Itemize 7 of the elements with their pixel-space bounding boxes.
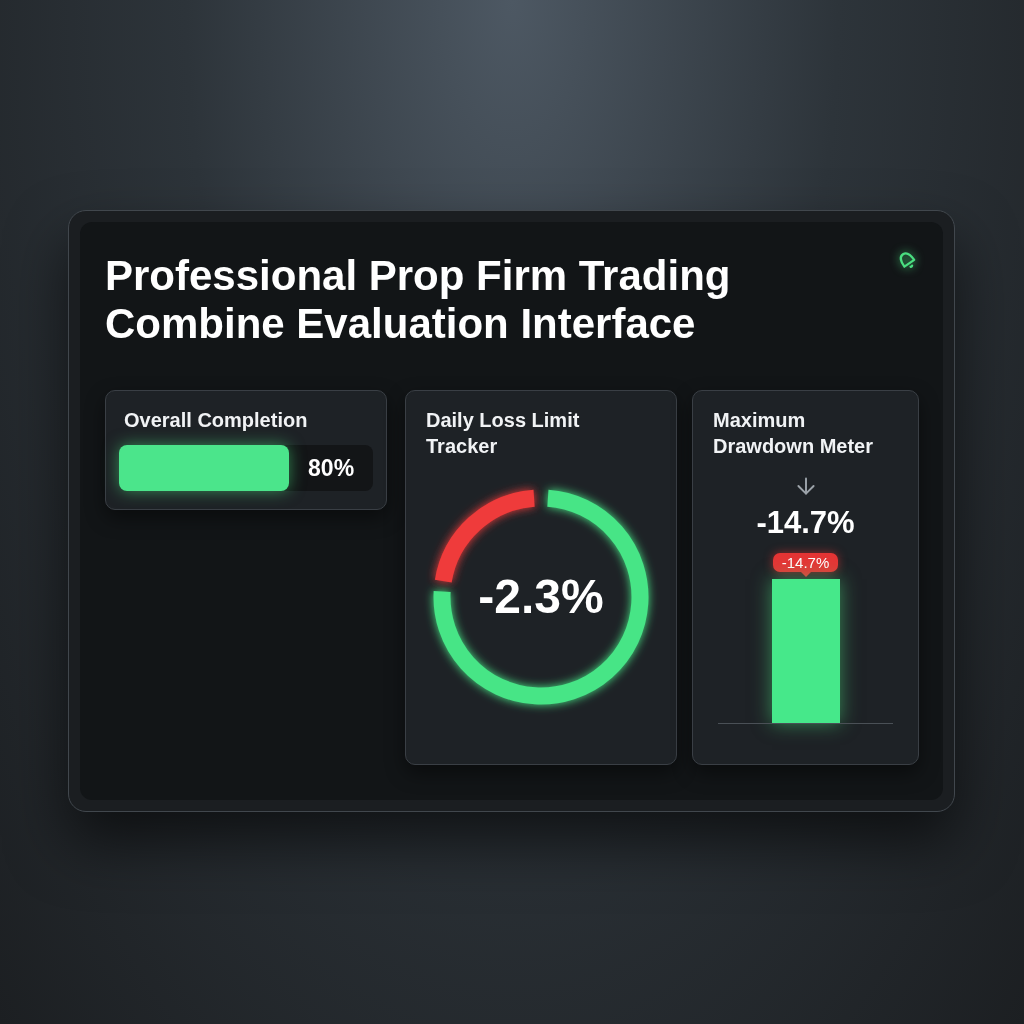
drawdown-reading: -14.7%	[756, 505, 855, 541]
card-title: Daily Loss Limit Tracker	[426, 408, 581, 459]
window-title: Professional Prop Firm Trading Combine Evaluation Interface	[105, 252, 732, 348]
card-title: Maximum Drawdown Meter	[713, 408, 875, 459]
loss-reading: -2.3%	[478, 569, 604, 625]
progress-reading: 80%	[307, 453, 356, 483]
card-title: Overall Completion	[124, 408, 309, 433]
